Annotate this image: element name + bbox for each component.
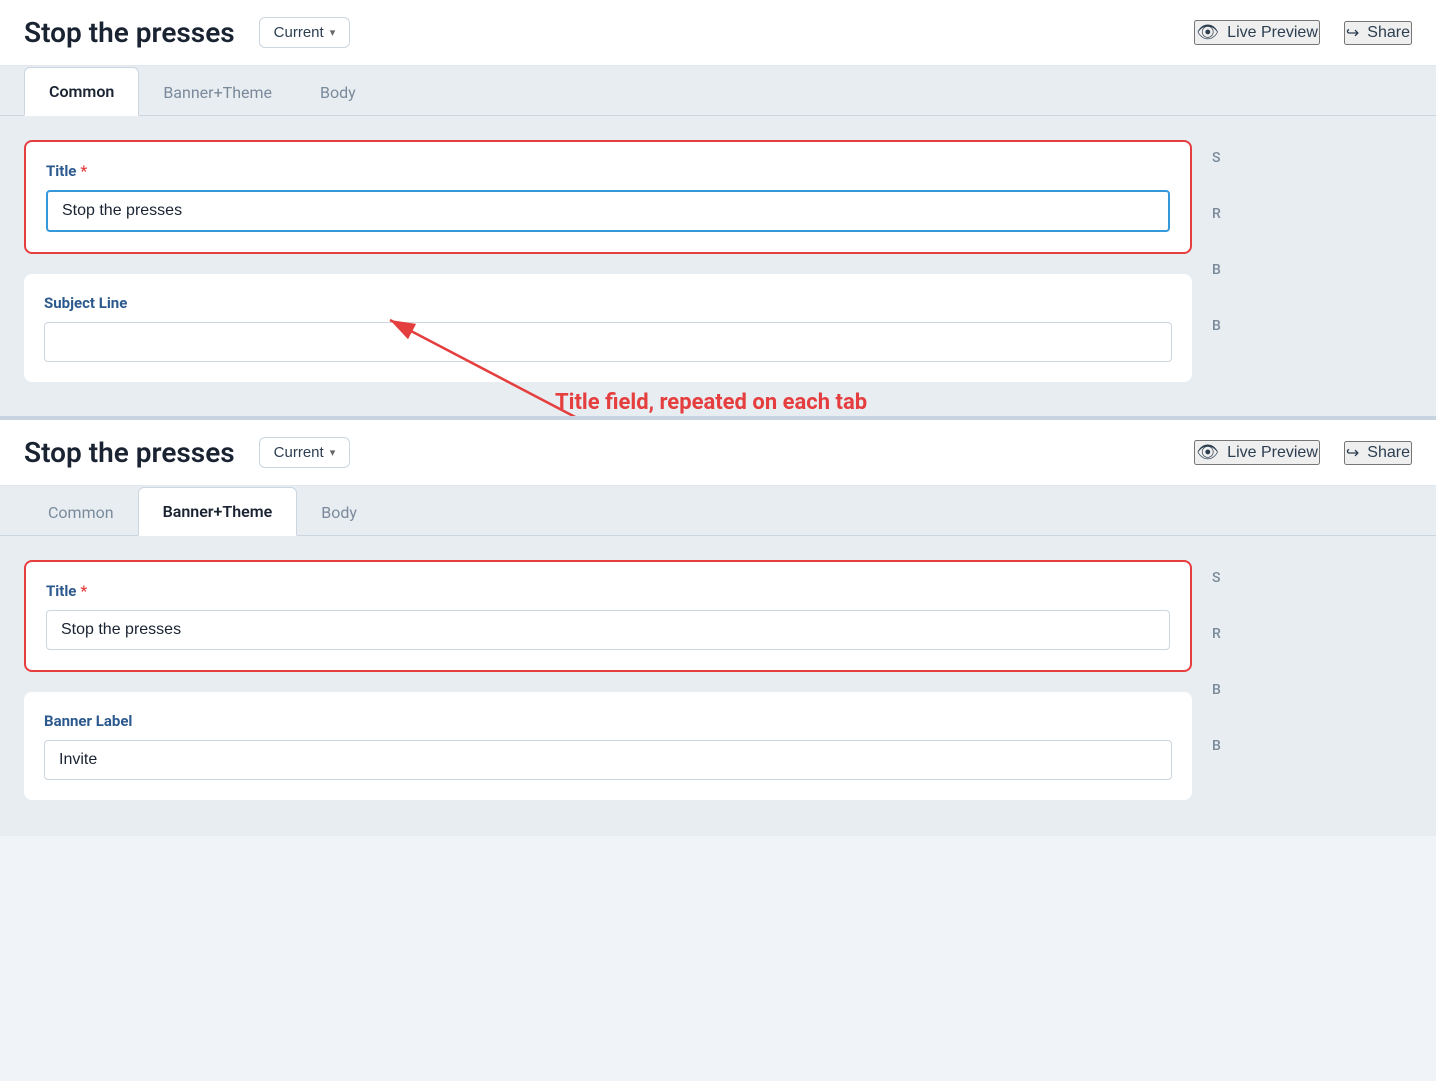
tab-common[interactable]: Common bbox=[24, 67, 139, 116]
banner-label-card: Banner Label bbox=[24, 692, 1192, 800]
header-actions: 👁 Live Preview ↪ Share bbox=[1194, 20, 1412, 45]
title-field-card-1: Title * bbox=[24, 140, 1192, 254]
title-label-2: Title * bbox=[46, 582, 1170, 600]
banner-label-label: Banner Label bbox=[44, 712, 1172, 730]
live-preview-button[interactable]: 👁 Live Preview bbox=[1194, 20, 1320, 45]
sidebar-item-r-2: R bbox=[1212, 626, 1412, 642]
tab-body[interactable]: Body bbox=[296, 69, 380, 116]
chevron-down-icon-2: ▾ bbox=[330, 446, 336, 459]
required-star-1: * bbox=[80, 162, 87, 180]
chevron-down-icon: ▾ bbox=[330, 26, 336, 39]
title-field-card-2: Title * bbox=[24, 560, 1192, 672]
main-form-1: Title * Subject Line bbox=[24, 140, 1192, 392]
title-label-1: Title * bbox=[46, 162, 1170, 180]
tab-banner-theme-2[interactable]: Banner+Theme bbox=[138, 487, 298, 536]
panel-1: Stop the presses Current ▾ 👁 Live Previe… bbox=[0, 0, 1436, 416]
current-dropdown-2[interactable]: Current ▾ bbox=[259, 437, 351, 468]
sidebar-item-b2: B bbox=[1212, 318, 1412, 334]
panel-2: Stop the presses Current ▾ 👁 Live Previe… bbox=[0, 416, 1436, 836]
header-actions-2: 👁 Live Preview ↪ Share bbox=[1194, 440, 1412, 465]
subject-line-label: Subject Line bbox=[44, 294, 1172, 312]
main-form-2: Title * Banner Label bbox=[24, 560, 1192, 812]
current-label: Current bbox=[274, 24, 324, 41]
eye-icon: 👁 bbox=[1196, 22, 1219, 43]
sidebar-item-b2-2: B bbox=[1212, 738, 1412, 754]
tab-body-2[interactable]: Body bbox=[297, 489, 381, 536]
panel-1-header: Stop the presses Current ▾ 👁 Live Previe… bbox=[0, 0, 1436, 66]
share-arrow-icon-2: ↪ bbox=[1346, 443, 1359, 463]
live-preview-label: Live Preview bbox=[1227, 24, 1318, 42]
panel-1-tabs: Common Banner+Theme Body bbox=[0, 66, 1436, 116]
tab-banner-theme[interactable]: Banner+Theme bbox=[139, 69, 296, 116]
live-preview-label-2: Live Preview bbox=[1227, 444, 1318, 462]
share-arrow-icon: ↪ bbox=[1346, 23, 1359, 43]
subject-line-card: Subject Line bbox=[24, 274, 1192, 382]
current-label-2: Current bbox=[274, 444, 324, 461]
panel-1-content: Title * Subject Line S R B B bbox=[0, 116, 1436, 416]
panel-2-content: Title * Banner Label S R B B bbox=[0, 536, 1436, 836]
right-sidebar-1: S R B B bbox=[1212, 140, 1412, 392]
full-page: Stop the presses Current ▾ 👁 Live Previe… bbox=[0, 0, 1436, 836]
panel-2-tabs: Common Banner+Theme Body bbox=[0, 486, 1436, 536]
title-input-2[interactable] bbox=[46, 610, 1170, 650]
sidebar-item-r: R bbox=[1212, 206, 1412, 222]
right-sidebar-2: S R B B bbox=[1212, 560, 1412, 812]
live-preview-button-2[interactable]: 👁 Live Preview bbox=[1194, 440, 1320, 465]
share-button-2[interactable]: ↪ Share bbox=[1344, 441, 1412, 465]
sidebar-item-b1: B bbox=[1212, 262, 1412, 278]
sidebar-item-s-2: S bbox=[1212, 570, 1412, 586]
required-star-2: * bbox=[80, 582, 87, 600]
share-button[interactable]: ↪ Share bbox=[1344, 21, 1412, 45]
sidebar-item-b1-2: B bbox=[1212, 682, 1412, 698]
eye-icon-2: 👁 bbox=[1196, 442, 1219, 463]
sidebar-item-s: S bbox=[1212, 150, 1412, 166]
panel-2-header: Stop the presses Current ▾ 👁 Live Previe… bbox=[0, 420, 1436, 486]
share-label-2: Share bbox=[1367, 444, 1410, 462]
current-dropdown[interactable]: Current ▾ bbox=[259, 17, 351, 48]
title-input-1[interactable] bbox=[46, 190, 1170, 232]
subject-line-input[interactable] bbox=[44, 322, 1172, 362]
tab-common-2[interactable]: Common bbox=[24, 489, 138, 536]
page-title: Stop the presses bbox=[24, 16, 235, 49]
page-title-2: Stop the presses bbox=[24, 436, 235, 469]
banner-label-input[interactable] bbox=[44, 740, 1172, 780]
share-label: Share bbox=[1367, 24, 1410, 42]
